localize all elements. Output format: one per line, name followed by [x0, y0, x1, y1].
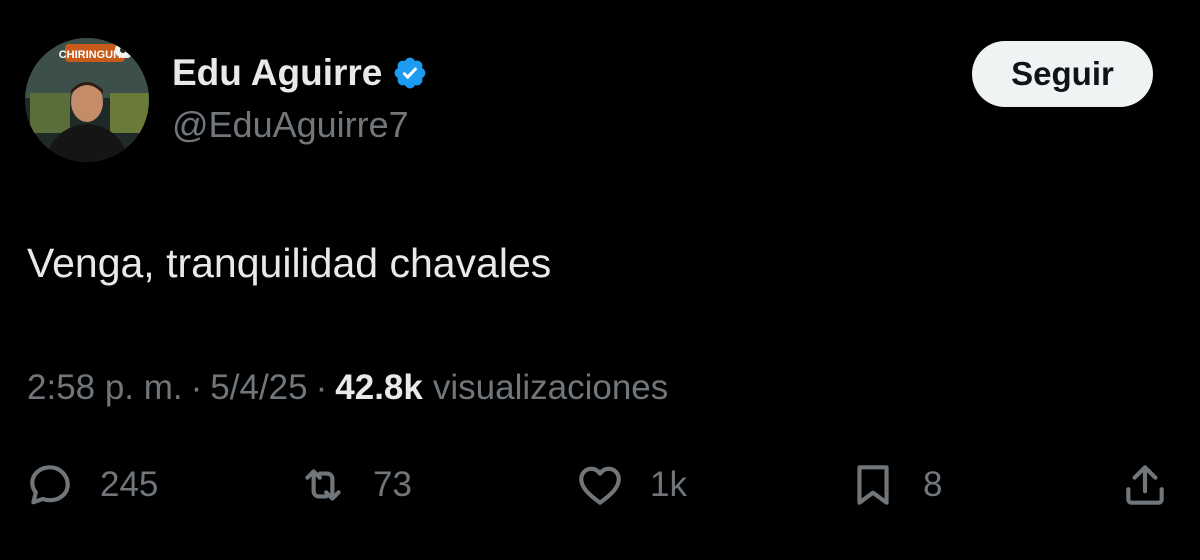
- views-count: 42.8k: [335, 368, 423, 407]
- tweet-date[interactable]: 5/4/25: [210, 368, 307, 408]
- like-count: 1k: [650, 465, 687, 504]
- reply-button[interactable]: 245: [25, 455, 158, 515]
- bookmark-icon: [857, 465, 889, 505]
- heart-icon: [579, 466, 621, 505]
- meta-separator: ·: [190, 368, 203, 407]
- avatar-image: CHIRINGUITO: [25, 38, 149, 162]
- views-label: visualizaciones: [432, 368, 669, 407]
- reply-icon: [30, 465, 70, 505]
- bookmark-count: 8: [923, 465, 943, 504]
- meta-separator: ·: [315, 368, 328, 407]
- retweet-count: 73: [373, 465, 412, 504]
- retweet-icon: [305, 469, 341, 501]
- bookmark-button[interactable]: 8: [848, 455, 942, 515]
- display-name[interactable]: Edu Aguirre: [172, 52, 382, 94]
- action-bar: 245 73 1k 8: [0, 455, 1200, 515]
- verified-badge-icon: [395, 57, 426, 89]
- avatar[interactable]: CHIRINGUITO: [25, 38, 149, 162]
- like-button[interactable]: 1k: [575, 455, 687, 515]
- retweet-button[interactable]: 73: [298, 455, 412, 515]
- follow-button[interactable]: Seguir: [972, 41, 1153, 107]
- tweet-time[interactable]: 2:58 p. m.: [27, 368, 183, 408]
- share-icon: [1126, 465, 1164, 505]
- tweet-meta: 2:58 p. m. · 5/4/25 · 42.8k visualizacio…: [27, 368, 668, 408]
- tweet-text: Venga, tranquilidad chavales: [27, 240, 552, 286]
- user-display-name-row: Edu Aguirre: [172, 52, 428, 94]
- share-button[interactable]: [1120, 455, 1170, 515]
- user-handle[interactable]: @EduAguirre7: [172, 104, 409, 146]
- reply-count: 245: [100, 465, 159, 504]
